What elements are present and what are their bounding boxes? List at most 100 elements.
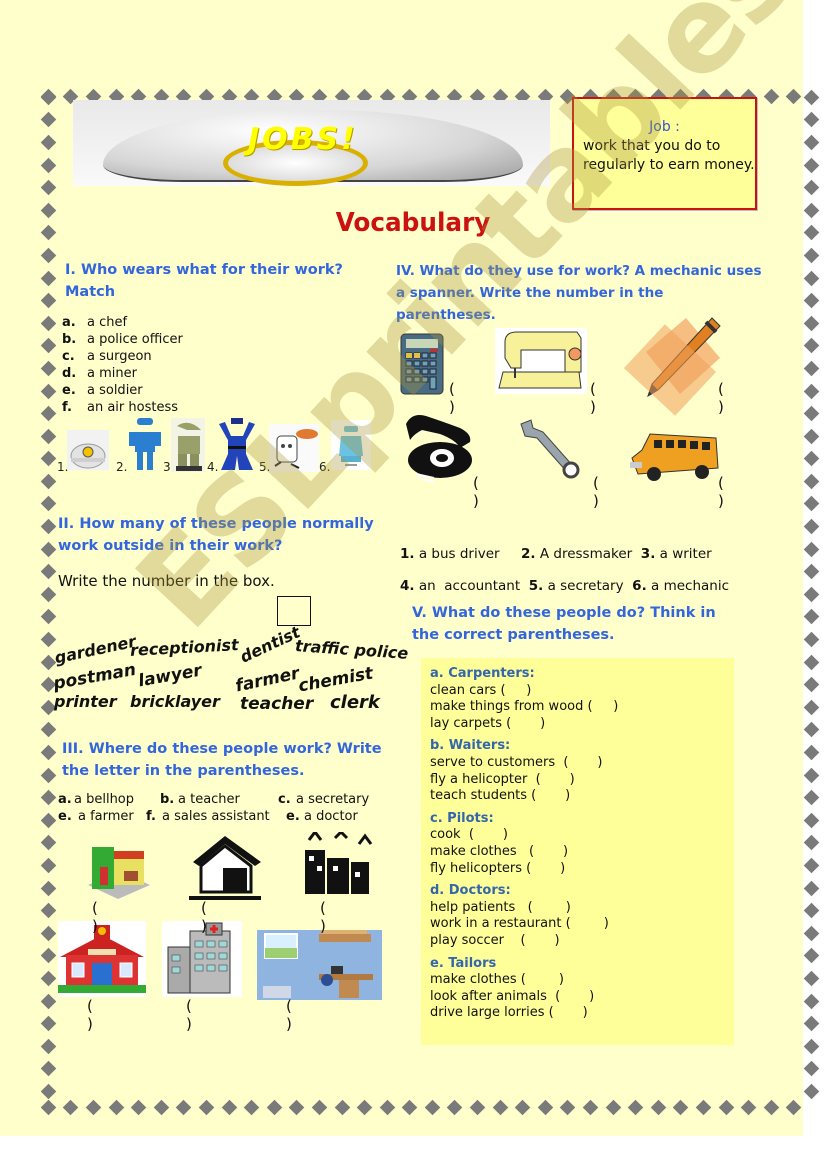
group-line[interactable]: make clothes ( ) <box>430 844 618 861</box>
list-item: c. a surgeon <box>62 348 183 365</box>
barn-icon <box>189 836 261 900</box>
border-diamond <box>402 1099 418 1116</box>
group-line[interactable]: make clothes ( ) <box>430 972 618 989</box>
border-diamond <box>803 631 820 648</box>
group-line[interactable]: help patients ( ) <box>430 900 618 917</box>
list-item: e. a soldier <box>62 382 183 399</box>
answer-parentheses[interactable]: ( ) <box>718 474 738 510</box>
answer-parentheses[interactable]: ( ) <box>286 997 306 1033</box>
border-diamond <box>198 1099 215 1116</box>
border-diamond <box>803 925 820 942</box>
group-line[interactable]: drive large lorries ( ) <box>430 1005 618 1022</box>
border-diamond <box>40 993 57 1009</box>
answer-parentheses[interactable]: ( ) <box>92 899 112 935</box>
option-number: 1. <box>400 546 415 562</box>
border-diamond <box>803 179 820 196</box>
banner-text: JOBS! <box>248 122 358 157</box>
answer-parentheses[interactable]: ( ) <box>201 899 221 935</box>
section4-options: 1. a bus driver 2. A dressmaker 3. a wri… <box>400 538 729 602</box>
border-diamond <box>803 292 820 309</box>
border-diamond <box>40 1038 57 1055</box>
option-number: 4. <box>400 578 415 594</box>
option-text: a secretary <box>296 792 370 807</box>
border-diamond <box>803 383 820 399</box>
group-title: a. Carpenters: <box>430 666 535 681</box>
section2-instruction: Write the number in the box. <box>58 572 275 590</box>
border-right <box>801 86 822 1103</box>
options-row: a. a bellhop b. a teacher c. a secretary <box>58 791 369 808</box>
section5-heading: V. What do these people do? Think in the… <box>412 605 716 643</box>
option-text: a farmer <box>78 809 134 824</box>
item-letter: e. <box>62 383 76 398</box>
group-line[interactable]: teach students ( ) <box>430 788 618 805</box>
border-diamond <box>40 970 57 987</box>
border-diamond <box>803 428 820 444</box>
answer-parentheses[interactable]: ( ) <box>320 899 340 935</box>
border-diamond <box>803 812 820 829</box>
definition-text: work that you do to regularly to earn mo… <box>583 138 755 173</box>
answer-parentheses[interactable]: ( ) <box>449 380 469 416</box>
group-line[interactable]: cook ( ) <box>430 827 618 844</box>
group-line[interactable]: play soccer ( ) <box>430 933 618 950</box>
border-diamond <box>650 1099 667 1116</box>
option-text: a secretary <box>547 578 624 594</box>
word-bricklayer: bricklayer <box>130 692 220 711</box>
border-diamond <box>803 496 820 512</box>
answer-parentheses[interactable]: ( ) <box>186 997 206 1033</box>
border-diamond <box>40 338 57 354</box>
border-diamond <box>718 1099 734 1116</box>
border-diamond <box>40 360 57 377</box>
border-diamond <box>40 89 57 106</box>
section1-list: a. a chef b. a police officer c. a surgeon d. a… <box>62 314 183 416</box>
border-diamond <box>40 925 57 942</box>
item-text: an air hostess <box>87 400 178 415</box>
group-line[interactable]: clean cars ( ) <box>430 683 618 700</box>
border-diamond <box>40 428 57 444</box>
border-diamond <box>40 767 57 783</box>
border-bottom <box>37 1097 805 1118</box>
answer-parentheses[interactable]: ( ) <box>590 380 610 416</box>
group-line[interactable]: serve to customers ( ) <box>430 755 618 772</box>
item-text: a surgeon <box>87 349 152 364</box>
group-line[interactable]: make things from wood ( ) <box>430 699 618 716</box>
group-line[interactable]: fly helicopters ( ) <box>430 861 618 878</box>
list-item: d. a miner <box>62 365 183 382</box>
answer-parentheses[interactable]: ( ) <box>718 380 738 416</box>
border-diamond <box>803 722 820 738</box>
option-text: a bellhop <box>74 792 135 807</box>
border-diamond <box>803 338 820 354</box>
border-diamond <box>40 744 57 761</box>
group-line[interactable]: look after animals ( ) <box>430 989 618 1006</box>
border-diamond <box>40 496 57 512</box>
border-diamond <box>803 970 820 987</box>
border-diamond <box>40 880 57 896</box>
border-diamond <box>40 1083 57 1100</box>
border-diamond <box>803 405 820 422</box>
border-diamond <box>514 1099 531 1116</box>
border-diamond <box>803 225 820 241</box>
border-diamond <box>786 1099 802 1116</box>
hotel-city-icon <box>305 832 373 894</box>
group-line[interactable]: fly a helicopter ( ) <box>430 772 618 789</box>
item-text: a soldier <box>87 383 143 398</box>
spanner-icon <box>520 419 580 479</box>
answer-parentheses[interactable]: ( ) <box>473 474 493 510</box>
answer-parentheses[interactable]: ( ) <box>593 474 613 510</box>
border-diamond <box>40 1061 57 1077</box>
group-line[interactable]: lay carpets ( ) <box>430 716 618 733</box>
border-diamond <box>334 1099 350 1116</box>
border-diamond <box>424 1099 441 1116</box>
border-diamond <box>803 1083 820 1100</box>
border-diamond <box>803 157 820 173</box>
sewing-machine-icon <box>495 328 587 394</box>
section2-heading: II. How many of these people normally wo… <box>58 516 374 554</box>
border-left <box>38 86 59 1103</box>
border-diamond <box>803 112 820 128</box>
telephone-icon <box>406 415 472 483</box>
border-diamond <box>40 835 57 851</box>
border-diamond <box>582 1099 599 1116</box>
answer-parentheses[interactable]: ( ) <box>87 997 107 1033</box>
group-line[interactable]: work in a restaurant ( ) <box>430 916 618 933</box>
border-diamond <box>763 88 780 105</box>
border-diamond <box>40 609 57 625</box>
